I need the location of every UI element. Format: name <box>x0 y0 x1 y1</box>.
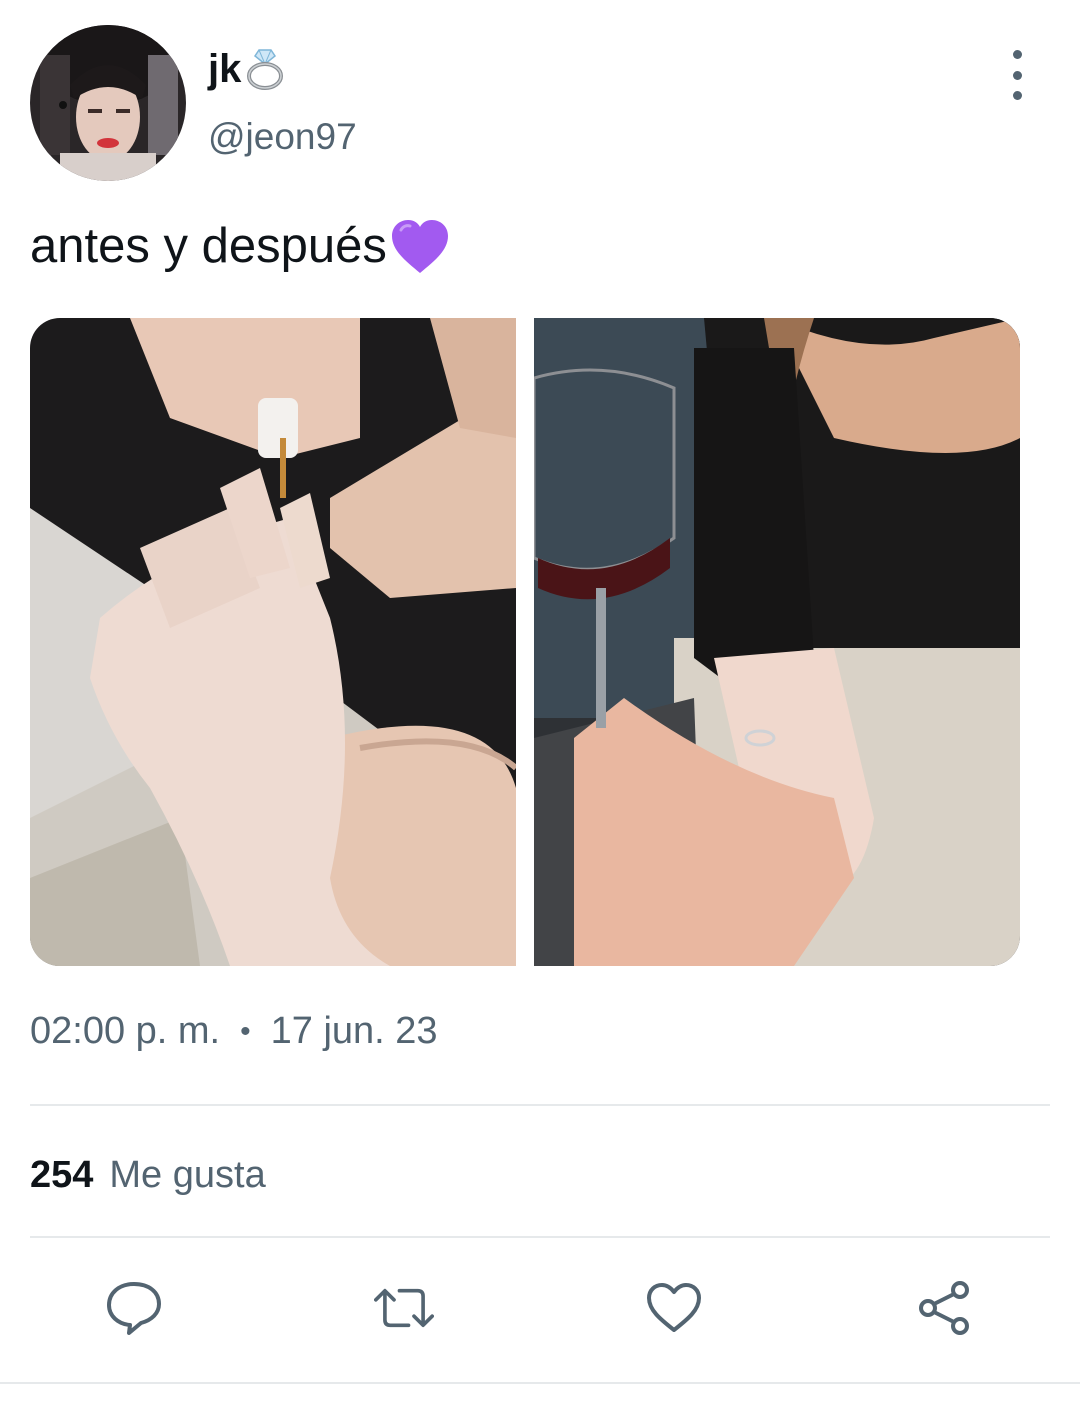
more-options-button[interactable] <box>996 50 1038 100</box>
tweet-text: antes y después <box>30 218 451 276</box>
more-vertical-icon <box>1012 50 1022 59</box>
heart-icon <box>647 1283 701 1332</box>
nail-painting-photo <box>30 318 516 966</box>
divider <box>30 1104 1050 1106</box>
purple-heart-emoji-icon <box>389 218 451 276</box>
more-dot <box>1012 91 1022 100</box>
likes-label: Me gusta <box>109 1154 266 1196</box>
tweet-timestamp[interactable]: 02:00 p. m. • 17 jun. 23 <box>30 1010 438 1053</box>
media-photo-1[interactable] <box>30 318 516 966</box>
retweet-icon <box>374 1288 434 1328</box>
reply-icon <box>107 1282 161 1335</box>
tweet-time: 02:00 p. m. <box>30 1010 221 1052</box>
bottom-divider <box>0 1382 1080 1384</box>
divider <box>30 1236 1050 1238</box>
likes-summary[interactable]: 254 Me gusta <box>30 1154 266 1197</box>
timestamp-separator: • <box>240 1014 251 1048</box>
media-photo-2[interactable] <box>534 318 1020 966</box>
tweet: jk @jeon97 antes y después 02:00 p. m. •… <box>0 0 1080 1401</box>
like-button[interactable] <box>644 1278 704 1338</box>
ring-emoji-icon <box>243 46 287 92</box>
avatar[interactable] <box>30 25 186 181</box>
avatar-image <box>30 25 186 181</box>
retweet-button[interactable] <box>374 1278 434 1338</box>
tweet-media <box>30 318 1020 966</box>
tweet-date: 17 jun. 23 <box>270 1010 438 1052</box>
share-button[interactable] <box>914 1278 974 1338</box>
tweet-text-content: antes y después <box>30 219 387 274</box>
display-name[interactable]: jk <box>208 46 287 92</box>
display-name-text: jk <box>208 47 242 91</box>
likes-count: 254 <box>30 1154 94 1196</box>
user-handle[interactable]: @jeon97 <box>208 118 357 155</box>
dinner-hands-photo <box>534 318 1020 966</box>
more-dot <box>1012 70 1022 80</box>
action-bar <box>0 1278 1080 1338</box>
share-icon <box>919 1281 969 1335</box>
reply-button[interactable] <box>104 1278 164 1338</box>
